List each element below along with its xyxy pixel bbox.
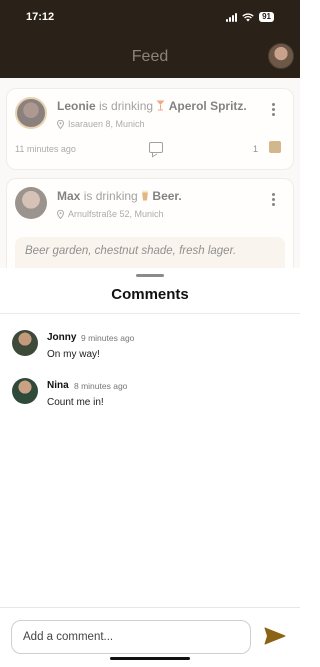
- sheet-title: Comments: [111, 286, 189, 303]
- divider: [0, 313, 300, 314]
- profile-avatar[interactable]: [268, 43, 294, 69]
- comment-author: Nina: [47, 380, 69, 391]
- comment-time: 8 minutes ago: [74, 381, 128, 391]
- scrim-overlay[interactable]: [0, 78, 300, 268]
- comment-input[interactable]: [11, 620, 251, 654]
- page-title: Feed: [131, 48, 169, 65]
- comment-text: On my way!: [47, 349, 100, 360]
- send-icon: [264, 627, 286, 644]
- status-icons: 91: [226, 12, 274, 22]
- avatar[interactable]: [12, 378, 38, 404]
- home-indicator: [110, 657, 190, 660]
- battery-icon: 91: [259, 12, 274, 22]
- app-bar: Feed: [0, 36, 300, 78]
- avatar[interactable]: [12, 330, 38, 356]
- comment-item: Nina 8 minutes ago Count me in!: [12, 378, 292, 418]
- comment-item: Jonny 9 minutes ago On my way!: [12, 330, 292, 370]
- signal-icon: [226, 12, 238, 22]
- comment-author: Jonny: [47, 332, 77, 343]
- comment-text: Count me in!: [47, 397, 104, 408]
- wifi-icon: [242, 12, 254, 21]
- drag-handle[interactable]: [136, 274, 164, 277]
- status-bar: 17:12 91: [0, 0, 300, 36]
- divider: [0, 607, 300, 608]
- status-time: 17:12: [26, 11, 55, 23]
- send-button[interactable]: [263, 626, 287, 648]
- comment-time: 9 minutes ago: [81, 333, 135, 343]
